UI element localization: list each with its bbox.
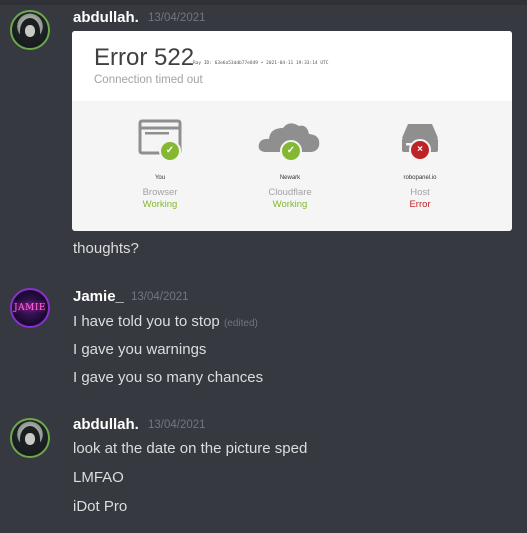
message-text: I have told you to stop (edited) <box>73 313 258 330</box>
message-text: I gave you so many chances <box>73 369 264 386</box>
cloud-icon: ✓ <box>258 116 320 162</box>
edited-label: (edited) <box>223 318 258 329</box>
error-subtitle: Connection timed out <box>94 74 203 86</box>
avatar-label: JAMIE <box>14 303 46 313</box>
avatar-face-shape <box>25 25 35 37</box>
node-status: Error <box>409 199 431 210</box>
username[interactable]: Jamie_ <box>73 288 124 305</box>
error-title: Error 522 <box>94 44 195 71</box>
server-icon: × <box>390 116 450 161</box>
message-text-content: I have told you to stop <box>73 313 220 330</box>
avatar[interactable] <box>10 10 50 50</box>
node-name: You <box>154 175 166 181</box>
browser-icon: ✓ <box>130 116 190 162</box>
username[interactable]: abdullah. <box>73 416 139 433</box>
node-host: × robopanel.io Host Error <box>360 116 480 210</box>
node-role: Host <box>410 187 430 198</box>
node-name: robopanel.io <box>403 175 437 181</box>
node-role: Cloudflare <box>268 187 312 198</box>
error-icon: × <box>409 139 431 161</box>
username[interactable]: abdullah. <box>73 9 139 26</box>
message-text: LMFAO <box>73 469 124 486</box>
node-role: Browser <box>142 187 178 198</box>
node-status: Working <box>272 199 308 210</box>
check-icon: ✓ <box>159 140 181 162</box>
node-status: Working <box>142 199 178 210</box>
ray-id: Ray ID: 63e6a53ddb77e849 • 2021-04-11 19… <box>193 61 329 66</box>
node-name: Newark <box>279 175 301 181</box>
error-header: Error 522 Ray ID: 63e6a53ddb77e849 • 202… <box>72 31 512 101</box>
avatar-face-shape <box>25 433 35 445</box>
avatar[interactable]: JAMIE <box>10 288 50 328</box>
timestamp: 13/04/2021 <box>148 12 206 24</box>
message-text: iDot Pro <box>73 498 128 515</box>
top-divider <box>0 0 527 5</box>
node-cloudflare: ✓ Newark Cloudflare Working <box>230 116 350 210</box>
avatar[interactable] <box>10 418 50 458</box>
message-text: look at the date on the picture sped <box>73 440 308 457</box>
message-text: I gave you warnings <box>73 341 207 358</box>
attached-image[interactable]: Error 522 Ray ID: 63e6a53ddb77e849 • 202… <box>72 31 512 231</box>
timestamp: 13/04/2021 <box>131 291 189 303</box>
timestamp: 13/04/2021 <box>148 419 206 431</box>
node-browser: ✓ You Browser Working <box>100 116 220 210</box>
check-icon: ✓ <box>280 140 302 162</box>
message-text: thoughts? <box>73 240 139 257</box>
